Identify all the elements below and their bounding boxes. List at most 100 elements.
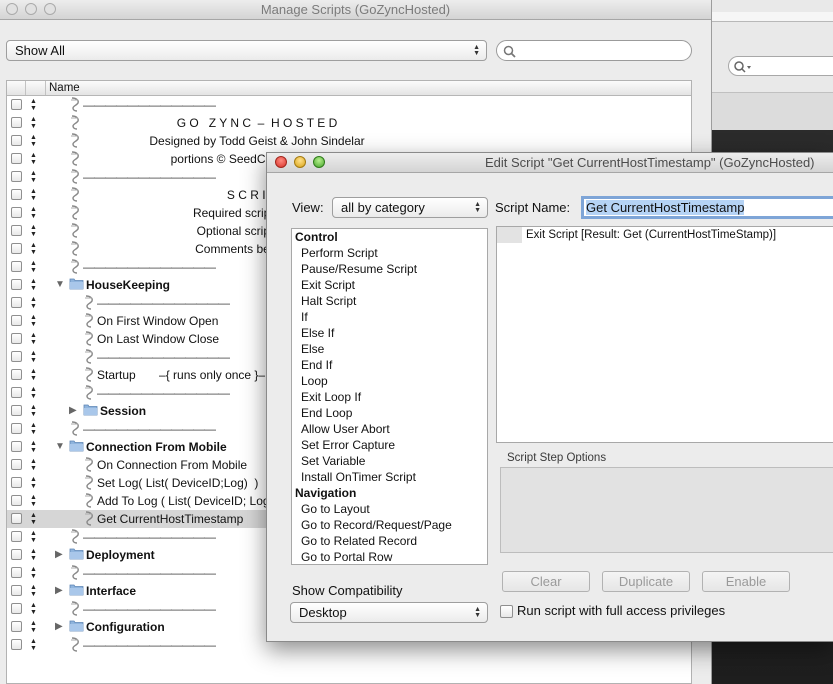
step-item[interactable]: Exit Loop If — [292, 389, 487, 405]
include-in-menu-checkbox[interactable] — [11, 315, 22, 326]
step-item[interactable]: Set Variable — [292, 453, 487, 469]
include-in-menu-checkbox[interactable] — [11, 405, 22, 416]
column-name-header[interactable]: Name — [49, 81, 80, 95]
reorder-handle-icon[interactable]: ▲ ▼ — [30, 222, 37, 238]
reorder-handle-icon[interactable]: ▲ ▼ — [30, 258, 37, 274]
reorder-handle-icon[interactable]: ▲ ▼ — [30, 384, 37, 400]
include-in-menu-checkbox[interactable] — [11, 333, 22, 344]
close-button[interactable] — [275, 156, 287, 168]
reorder-handle-icon[interactable]: ▲ ▼ — [30, 330, 37, 346]
include-in-menu-checkbox[interactable] — [11, 477, 22, 488]
step-item[interactable]: If — [292, 309, 487, 325]
zoom-button[interactable] — [313, 156, 325, 168]
reorder-handle-icon[interactable]: ▲ ▼ — [30, 528, 37, 544]
disclosure-expanded-icon[interactable]: ▼ — [55, 279, 65, 291]
reorder-handle-icon[interactable]: ▲ ▼ — [30, 420, 37, 436]
include-in-menu-checkbox[interactable] — [11, 297, 22, 308]
include-in-menu-checkbox[interactable] — [11, 495, 22, 506]
include-in-menu-checkbox[interactable] — [11, 153, 22, 164]
reorder-handle-icon[interactable]: ▲ ▼ — [30, 150, 37, 166]
include-in-menu-checkbox[interactable] — [11, 351, 22, 362]
script-line[interactable]: Exit Script [Result: Get (CurrentHostTim… — [526, 227, 776, 243]
background-search-field[interactable] — [728, 56, 833, 76]
include-in-menu-checkbox[interactable] — [11, 567, 22, 578]
script-step-list[interactable]: Control Perform Script Pause/Resume Script… — [291, 228, 488, 565]
step-item[interactable]: Exit Script — [292, 277, 487, 293]
step-item[interactable]: Else — [292, 341, 487, 357]
script-name-input[interactable]: Get CurrentHostTimestamp — [581, 196, 833, 219]
reorder-handle-icon[interactable]: ▲ ▼ — [30, 564, 37, 580]
compatibility-select[interactable]: Desktop ▲ ▼ — [290, 602, 488, 623]
reorder-handle-icon[interactable]: ▲ ▼ — [30, 402, 37, 418]
reorder-handle-icon[interactable]: ▲ ▼ — [30, 240, 37, 256]
include-in-menu-checkbox[interactable] — [11, 459, 22, 470]
reorder-handle-icon[interactable]: ▲ ▼ — [30, 186, 37, 202]
include-in-menu-checkbox[interactable] — [11, 99, 22, 110]
reorder-handle-icon[interactable]: ▲ ▼ — [30, 456, 37, 472]
include-in-menu-checkbox[interactable] — [11, 225, 22, 236]
include-in-menu-checkbox[interactable] — [11, 387, 22, 398]
reorder-handle-icon[interactable]: ▲ ▼ — [30, 96, 37, 112]
reorder-handle-icon[interactable]: ▲ ▼ — [30, 474, 37, 490]
step-item[interactable]: Go to Portal Row — [292, 549, 487, 564]
close-button[interactable] — [6, 3, 18, 15]
include-in-menu-checkbox[interactable] — [11, 423, 22, 434]
enable-button[interactable]: Enable — [702, 571, 790, 592]
disclosure-collapsed-icon[interactable]: ▶ — [55, 585, 63, 597]
step-item[interactable]: Install OnTimer Script — [292, 469, 487, 485]
reorder-handle-icon[interactable]: ▲ ▼ — [30, 510, 37, 526]
reorder-handle-icon[interactable]: ▲ ▼ — [30, 546, 37, 562]
reorder-handle-icon[interactable]: ▲ ▼ — [30, 600, 37, 616]
include-in-menu-checkbox[interactable] — [11, 441, 22, 452]
clear-button[interactable]: Clear — [502, 571, 590, 592]
disclosure-expanded-icon[interactable]: ▼ — [55, 441, 65, 453]
step-category[interactable]: Navigation — [292, 485, 487, 501]
step-item[interactable]: Halt Script — [292, 293, 487, 309]
duplicate-button[interactable]: Duplicate — [602, 571, 690, 592]
include-in-menu-checkbox[interactable] — [11, 369, 22, 380]
include-in-menu-checkbox[interactable] — [11, 117, 22, 128]
include-in-menu-checkbox[interactable] — [11, 243, 22, 254]
disclosure-collapsed-icon[interactable]: ▶ — [69, 405, 77, 417]
step-item[interactable]: Loop — [292, 373, 487, 389]
step-item[interactable]: Go to Record/Request/Page — [292, 517, 487, 533]
minimize-button[interactable] — [294, 156, 306, 168]
disclosure-collapsed-icon[interactable]: ▶ — [55, 549, 63, 561]
step-item[interactable]: Set Error Capture — [292, 437, 487, 453]
view-select[interactable]: all by category ▲ ▼ — [332, 197, 488, 218]
disclosure-collapsed-icon[interactable]: ▶ — [55, 621, 63, 633]
reorder-handle-icon[interactable]: ▲ ▼ — [30, 582, 37, 598]
include-in-menu-checkbox[interactable] — [11, 585, 22, 596]
step-item[interactable]: End If — [292, 357, 487, 373]
include-in-menu-checkbox[interactable] — [11, 171, 22, 182]
include-in-menu-checkbox[interactable] — [11, 531, 22, 542]
minimize-button[interactable] — [25, 3, 37, 15]
step-item[interactable]: End Loop — [292, 405, 487, 421]
reorder-handle-icon[interactable]: ▲ ▼ — [30, 636, 37, 652]
step-item[interactable]: Allow User Abort — [292, 421, 487, 437]
reorder-handle-icon[interactable]: ▲ ▼ — [30, 168, 37, 184]
full-access-checkbox[interactable] — [500, 605, 513, 618]
step-item[interactable]: Else If — [292, 325, 487, 341]
reorder-handle-icon[interactable]: ▲ ▼ — [30, 618, 37, 634]
include-in-menu-checkbox[interactable] — [11, 135, 22, 146]
script-row[interactable]: ▲ ▼ Designed by Todd Geist & John Sindelar — [7, 132, 691, 150]
step-item[interactable]: Pause/Resume Script — [292, 261, 487, 277]
step-item[interactable]: Perform Script — [292, 245, 487, 261]
reorder-handle-icon[interactable]: ▲ ▼ — [30, 312, 37, 328]
reorder-handle-icon[interactable]: ▲ ▼ — [30, 438, 37, 454]
search-input[interactable] — [496, 40, 692, 61]
step-item[interactable]: Go to Layout — [292, 501, 487, 517]
include-in-menu-checkbox[interactable] — [11, 639, 22, 650]
include-in-menu-checkbox[interactable] — [11, 603, 22, 614]
include-in-menu-checkbox[interactable] — [11, 261, 22, 272]
step-category[interactable]: Control — [292, 229, 487, 245]
step-item[interactable]: Go to Related Record — [292, 533, 487, 549]
script-row[interactable]: ▲ ▼ G O Z Y N C – H O S T E D — [7, 114, 691, 132]
reorder-handle-icon[interactable]: ▲ ▼ — [30, 366, 37, 382]
reorder-handle-icon[interactable]: ▲ ▼ — [30, 492, 37, 508]
reorder-handle-icon[interactable]: ▲ ▼ — [30, 204, 37, 220]
include-in-menu-checkbox[interactable] — [11, 207, 22, 218]
include-in-menu-checkbox[interactable] — [11, 279, 22, 290]
include-in-menu-checkbox[interactable] — [11, 621, 22, 632]
